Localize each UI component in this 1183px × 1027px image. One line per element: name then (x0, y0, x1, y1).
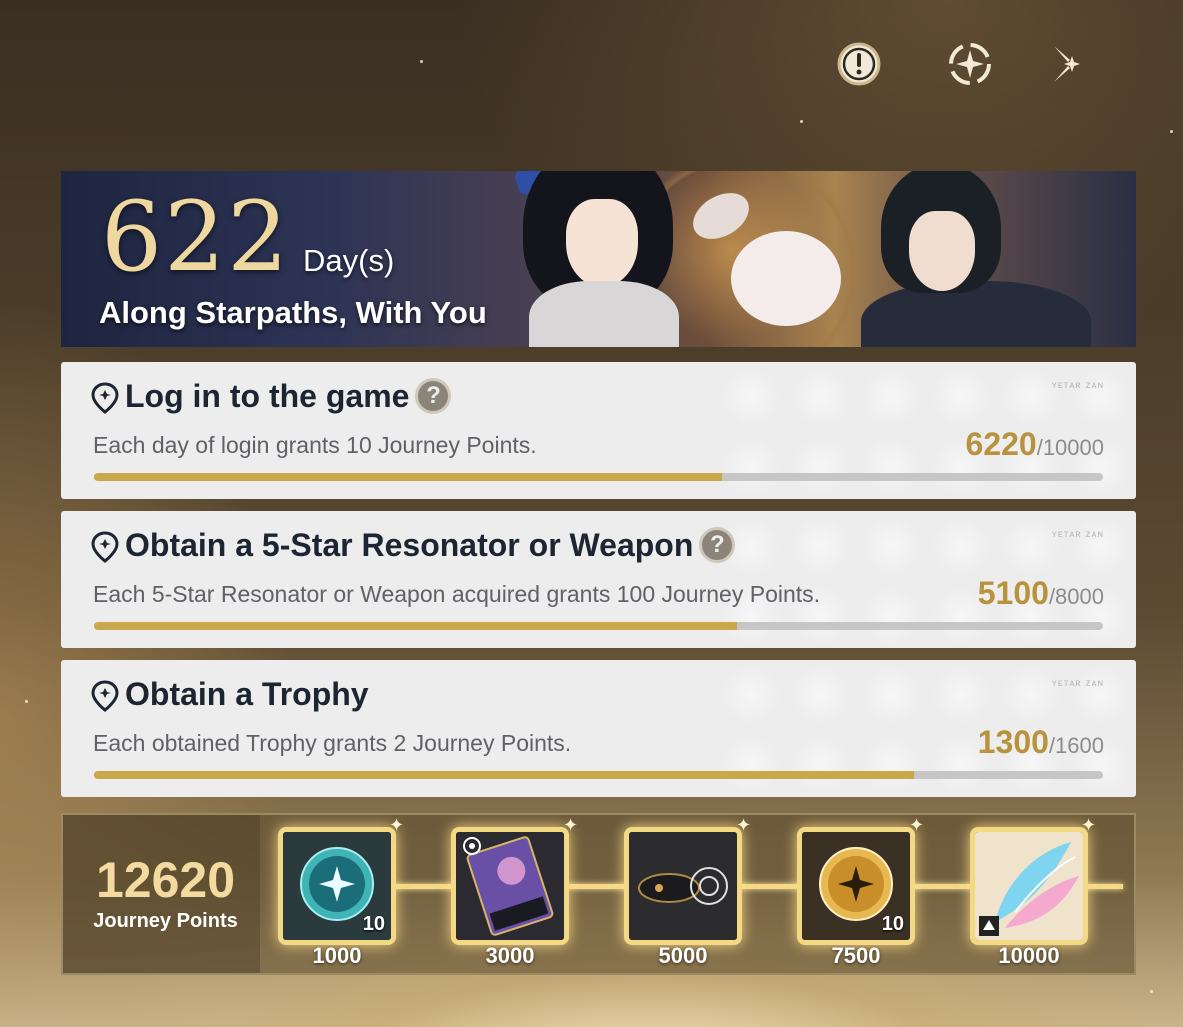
reward-item-1[interactable]: 10 (278, 827, 396, 945)
task-description: Each obtained Trophy grants 2 Journey Po… (93, 730, 572, 756)
card-tag: ʏᴇᴛᴀʀ ᴢᴀɴ (1051, 678, 1104, 689)
banner-subtitle: Along Starpaths, With You (99, 295, 487, 330)
reward-cost: 5000 (658, 943, 708, 968)
pet-creature (731, 231, 841, 326)
info-button[interactable] (835, 40, 883, 88)
sparkle-star: ✦ (563, 815, 579, 835)
reward-item-5[interactable] (970, 827, 1088, 945)
question-icon: ? (426, 381, 441, 409)
character-boy-body (861, 281, 1091, 347)
task-progress-text: 1300/1600 (978, 724, 1104, 761)
progress-current: 6220 (965, 426, 1037, 462)
task-description: Each day of login grants 10 Journey Poin… (93, 432, 537, 458)
progress-bar-fill (94, 771, 914, 779)
card-tag: ʏᴇᴛᴀʀ ᴢᴀɴ (1051, 529, 1104, 540)
progress-max: /10000 (1036, 435, 1104, 460)
card-art-icon (456, 832, 564, 940)
sparkle (420, 60, 423, 63)
task-title-text: Obtain a 5-Star Resonator or Weapon (125, 527, 694, 563)
rewards-track: 12620 Journey Points 10 1000 ✦ 3000 ✦ 50… (61, 813, 1136, 975)
info-icon (837, 42, 881, 86)
days-count: 622 (101, 181, 291, 293)
task-title: Log in to the game? (125, 377, 452, 415)
sparkle (1170, 130, 1173, 133)
character-boy-face (909, 211, 975, 291)
close-button[interactable] (1048, 40, 1096, 88)
sparkle-star: ✦ (389, 815, 405, 835)
progress-bar (94, 622, 1103, 630)
location-pin-icon (91, 680, 119, 712)
progress-bar-fill (94, 473, 722, 481)
task-progress-text: 6220/10000 (966, 426, 1104, 463)
sparkle (25, 700, 28, 703)
task-description: Each 5-Star Resonator or Weapon acquired… (93, 581, 821, 607)
reward-item-3[interactable] (624, 827, 742, 945)
reward-cost: 10000 (998, 943, 1060, 968)
sparkle-star: ✦ (909, 815, 925, 835)
anniversary-banner: 622 Day(s) Along Starpaths, With You (61, 171, 1136, 347)
help-button[interactable]: ? (415, 377, 452, 414)
sparkle (1150, 990, 1153, 993)
journey-points-label: Journey Points (93, 910, 238, 932)
reward-cost: 3000 (485, 943, 535, 968)
reward-quantity: 10 (881, 913, 904, 935)
reward-quantity: 10 (362, 913, 385, 935)
question-icon: ? (710, 530, 725, 558)
progress-bar (94, 771, 1103, 779)
task-title-text: Log in to the game (125, 378, 410, 414)
reward-cost: 7500 (831, 943, 881, 968)
compass-button[interactable] (946, 40, 994, 88)
journey-points-total: 12620 (95, 852, 236, 908)
progress-bar-fill (94, 622, 738, 630)
reward-item-4[interactable]: 10 (797, 827, 915, 945)
compass-star-icon (949, 43, 991, 85)
progress-current: 5100 (977, 575, 1049, 611)
task-card-five-star: ʏᴇᴛᴀʀ ᴢᴀɴ Obtain a 5-Star Resonator or W… (61, 511, 1136, 648)
card-tag: ʏᴇᴛᴀʀ ᴢᴀɴ (1051, 380, 1104, 391)
sparkle-star: ✦ (736, 815, 752, 835)
character-girl-body (529, 281, 679, 347)
gadget-icon (629, 832, 737, 940)
progress-max: /1600 (1048, 733, 1104, 758)
task-progress-text: 5100/8000 (978, 575, 1104, 612)
pet-ear (685, 183, 757, 249)
progress-max: /8000 (1048, 584, 1104, 609)
close-icon (1054, 46, 1090, 82)
reward-cost: 1000 (312, 943, 362, 968)
progress-bar (94, 473, 1103, 481)
task-card-trophy: ʏᴇᴛᴀʀ ᴢᴀɴ Obtain a Trophy Each obtained … (61, 660, 1136, 797)
sparkle (800, 120, 803, 123)
location-pin-icon (91, 531, 119, 563)
task-title: Obtain a Trophy (125, 676, 369, 712)
sparkle-star: ✦ (1081, 815, 1097, 835)
progress-current: 1300 (977, 724, 1049, 760)
help-button[interactable]: ? (699, 526, 736, 563)
location-pin-icon (91, 382, 119, 414)
character-girl-face (566, 199, 638, 287)
task-title: Obtain a 5-Star Resonator or Weapon? (125, 526, 736, 564)
wings-icon (975, 832, 1083, 940)
task-card-login: ʏᴇᴛᴀʀ ᴢᴀɴ Log in to the game? Each day o… (61, 362, 1136, 499)
reward-item-2[interactable] (451, 827, 569, 945)
days-unit: Day(s) (303, 243, 395, 278)
